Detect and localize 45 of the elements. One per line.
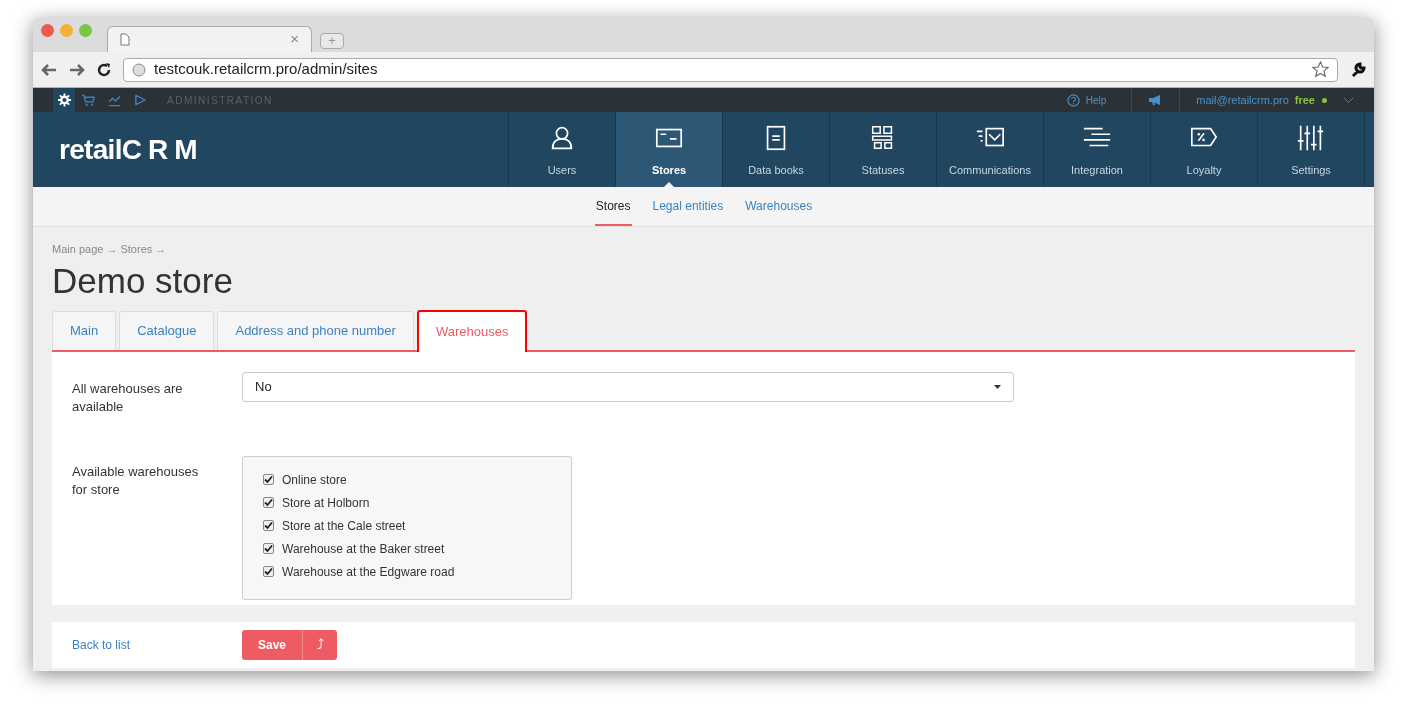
checkbox-label: Warehouse at the Edgware road (282, 563, 455, 581)
page-title: Demo store (52, 259, 234, 302)
checkbox-label: Warehouse at the Baker street (282, 540, 445, 558)
checkbox[interactable] (263, 497, 274, 508)
new-tab-button[interactable]: + (320, 33, 344, 49)
globe-icon (132, 62, 146, 77)
address-bar[interactable]: testcouk.retailcrm.pro/admin/sites (123, 57, 1338, 82)
sub-nav-link[interactable]: Legal entities (651, 187, 725, 226)
field-label: All warehouses are available (72, 379, 184, 416)
nav-tab[interactable]: Stores (616, 112, 723, 187)
tab-close-button[interactable]: × (290, 28, 299, 51)
tab[interactable]: Address and phone number (217, 310, 414, 350)
tab[interactable]: Catalogue (119, 310, 215, 350)
page-icon (120, 33, 130, 46)
online-status-icon (1322, 97, 1327, 103)
save-and-exit-button[interactable]: ⤴ (302, 629, 337, 660)
caret-icon (994, 384, 1001, 389)
gear-icon[interactable] (53, 88, 75, 112)
tab[interactable]: Warehouses (416, 309, 528, 352)
field-label: Available warehouses for store (72, 462, 200, 499)
browser-tab[interactable]: × (107, 26, 312, 52)
plan-label: free (1294, 92, 1315, 108)
dropdown[interactable]: No (242, 371, 1014, 402)
reload-icon[interactable] (97, 62, 111, 77)
checkbox[interactable] (263, 566, 274, 577)
url-text: testcouk.retailcrm.pro/admin/sites (154, 59, 378, 80)
breadcrumbs: Main page → Stores → (52, 242, 168, 257)
logo: retailCRM (59, 132, 204, 167)
back-link[interactable]: Back to list (72, 635, 242, 654)
wrench-icon[interactable] (1350, 61, 1366, 78)
chevron-down-icon[interactable] (1343, 96, 1354, 104)
checkbox-label: Store at the Cale street (282, 517, 406, 535)
checkbox-label: Store at Holborn (282, 494, 370, 512)
user-email[interactable]: mail@retailcrm.pro (1196, 91, 1289, 109)
tab[interactable]: Main (52, 310, 117, 350)
checkbox-label: Online store (282, 471, 347, 489)
help-icon[interactable] (1066, 93, 1080, 107)
checkbox[interactable] (263, 520, 274, 531)
back-icon[interactable] (41, 62, 57, 77)
save-button[interactable]: Save (242, 629, 302, 660)
checkbox[interactable] (263, 474, 274, 485)
checkbox[interactable] (263, 543, 274, 554)
star-icon[interactable] (1312, 61, 1329, 78)
sub-nav-link[interactable]: Warehouses (744, 187, 814, 226)
forward-icon[interactable] (69, 62, 85, 77)
